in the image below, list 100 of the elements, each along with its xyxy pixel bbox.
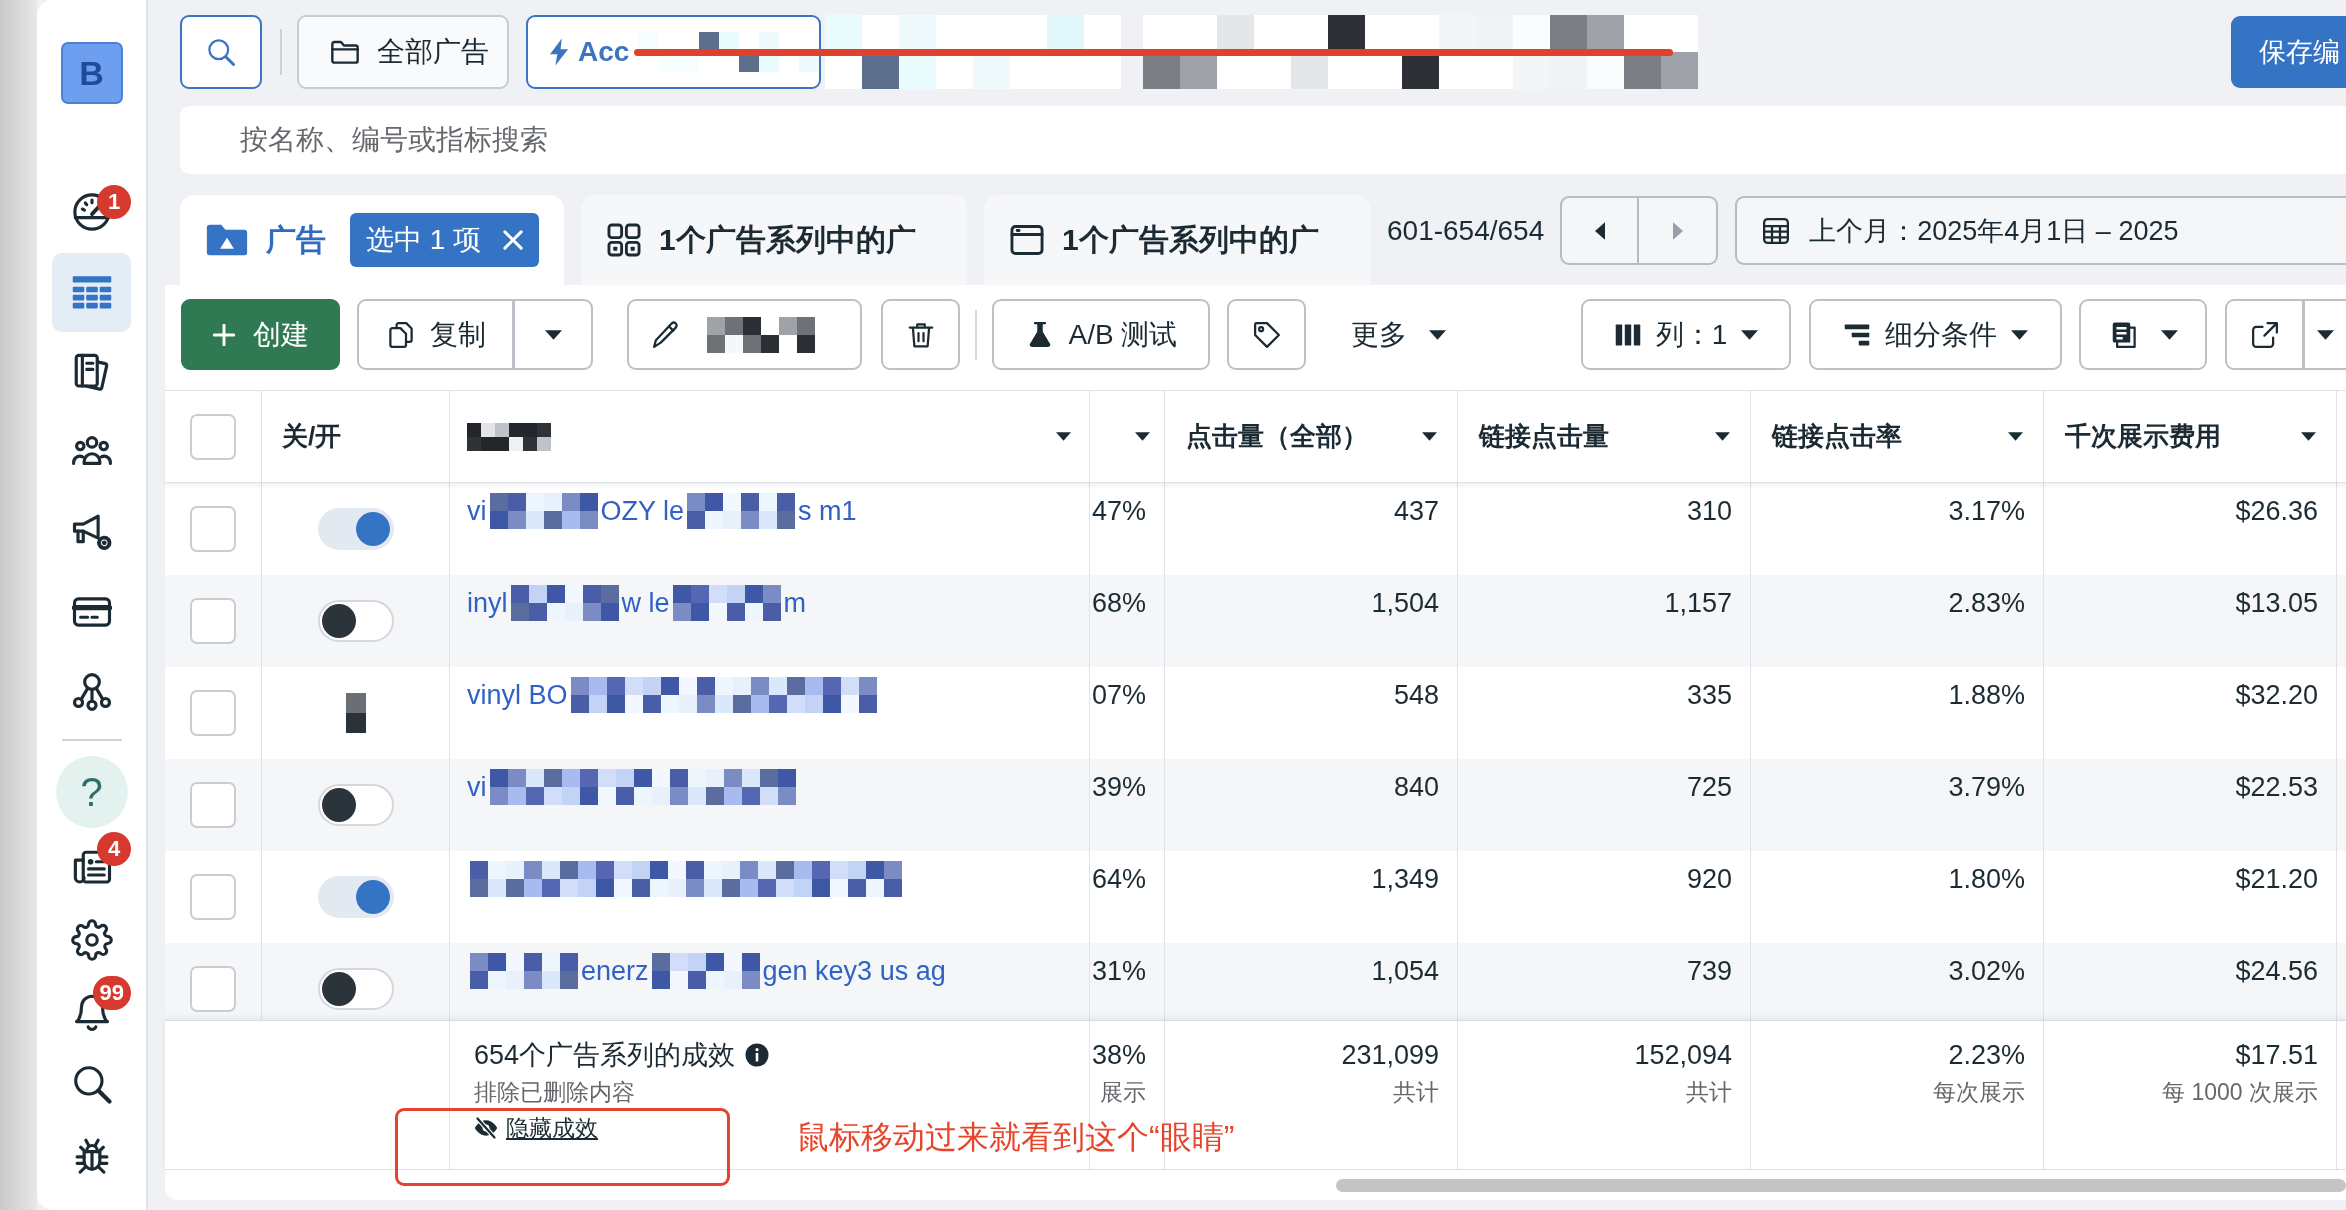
caret-icon[interactable] xyxy=(1715,432,1730,441)
tag-icon xyxy=(1251,319,1282,350)
notification-badge: 4 xyxy=(97,832,131,866)
summary-note: 排除已删除内容 xyxy=(474,1078,635,1107)
caret-icon xyxy=(1741,329,1759,340)
tab[interactable]: 1个广告系列中的广 xyxy=(984,195,1370,285)
metric-total: 152,094 xyxy=(1634,1039,1732,1072)
metric-value: 1.88% xyxy=(1948,679,2025,712)
caret-icon[interactable] xyxy=(1056,432,1071,441)
row-checkbox[interactable] xyxy=(190,966,236,1012)
metric-value: $13.05 xyxy=(2235,587,2318,620)
caret-icon xyxy=(2317,329,2334,340)
delete-button[interactable] xyxy=(881,299,960,370)
metric-total: $17.51 xyxy=(2235,1039,2318,1072)
row-checkbox[interactable] xyxy=(190,506,236,552)
info-icon[interactable] xyxy=(745,1043,770,1067)
scrollbar-thumb[interactable] xyxy=(1336,1179,2346,1192)
metric-caption: 展示 xyxy=(1100,1078,1146,1107)
metric-value: 1,349 xyxy=(1371,863,1439,896)
status-toggle[interactable] xyxy=(317,508,394,550)
metric-value: $26.36 xyxy=(2235,495,2318,528)
tab[interactable]: 1个广告系列中的广 xyxy=(581,195,967,285)
dropdown-button[interactable] xyxy=(2304,299,2346,370)
all-ads-button[interactable]: 全部广告 xyxy=(297,15,509,89)
row-checkbox[interactable] xyxy=(190,598,236,644)
caret-icon[interactable] xyxy=(2008,432,2023,441)
ad-name-link[interactable]: OZY le xyxy=(600,493,685,529)
help-button[interactable]: ? xyxy=(55,756,128,828)
export-button[interactable] xyxy=(2225,299,2304,370)
metric-value: $21.20 xyxy=(2235,863,2318,896)
caret-icon[interactable] xyxy=(1135,432,1150,441)
duplicate-button[interactable]: 复制 xyxy=(357,299,514,370)
save-button[interactable]: 保存编 xyxy=(2231,16,2346,88)
status-toggle[interactable] xyxy=(317,968,394,1010)
ad-name-link[interactable]: inyl xyxy=(467,585,508,621)
metric-value: 3.79% xyxy=(1948,771,2025,804)
metric-value: 68% xyxy=(1091,587,1146,620)
ad-name-link[interactable]: w le xyxy=(621,585,670,621)
ad-name-link[interactable]: vi xyxy=(467,769,487,805)
ad-name-link[interactable]: enerz xyxy=(581,953,649,989)
close-icon[interactable] xyxy=(503,230,524,250)
nav-button[interactable]: 4 xyxy=(52,832,131,904)
ad-name-link[interactable]: vinyl BO xyxy=(467,677,568,713)
metric-value: 07% xyxy=(1091,679,1146,712)
hide-results-link[interactable]: 隐藏成效 xyxy=(474,1113,598,1143)
status-toggle[interactable] xyxy=(317,876,394,918)
selection-chip[interactable]: 选中 1 项 xyxy=(350,213,540,267)
column-header[interactable]: 千次展示费用 xyxy=(2065,419,2221,454)
ad-name-link[interactable]: s m1 xyxy=(798,493,857,529)
tag-button[interactable] xyxy=(1227,299,1306,370)
date-range-picker[interactable]: 上个月：2025年4月1日 – 2025 xyxy=(1735,196,2346,265)
metric-value: $24.56 xyxy=(2235,955,2318,988)
column-header[interactable]: 链接点击量 xyxy=(1479,419,1609,454)
status-toggle[interactable] xyxy=(317,600,394,642)
metric-value: 31% xyxy=(1091,955,1146,988)
metric-value: 335 xyxy=(1686,679,1732,712)
account-logo[interactable]: B xyxy=(60,42,123,104)
eye-slash-icon xyxy=(474,1116,498,1140)
tab[interactable]: 广告 选中 1 项 xyxy=(180,195,564,285)
column-header[interactable]: 点击量（全部） xyxy=(1186,419,1368,454)
caret-left-icon xyxy=(1594,221,1605,240)
ad-name-link[interactable]: gen key3 us ag xyxy=(762,953,946,989)
nav-button[interactable]: 99 xyxy=(52,976,131,1048)
account-button[interactable]: Acc xyxy=(526,15,822,89)
ad-name-link[interactable]: m xyxy=(783,585,807,621)
ad-name-link[interactable]: vi xyxy=(467,493,487,529)
metric-value: 1.80% xyxy=(1948,863,2025,896)
create-button[interactable]: 创建 xyxy=(181,299,340,370)
row-checkbox[interactable] xyxy=(190,690,236,736)
metric-value: 725 xyxy=(1686,771,1732,804)
ab-test-button[interactable]: A/B 测试 xyxy=(992,299,1210,370)
search-field[interactable]: 按名称、编号或指标搜索 xyxy=(180,106,2346,174)
status-toggle[interactable] xyxy=(317,784,394,826)
report-button[interactable] xyxy=(2079,299,2207,370)
metric-total: 2.23% xyxy=(1948,1039,2025,1072)
edit-button[interactable] xyxy=(627,299,862,370)
row-checkbox[interactable] xyxy=(190,782,236,828)
metric-caption: 共计 xyxy=(1686,1078,1732,1107)
metric-value: 64% xyxy=(1091,863,1146,896)
caret-icon[interactable] xyxy=(2301,432,2316,441)
select-all-checkbox[interactable] xyxy=(190,413,236,460)
hierarchy-icon xyxy=(70,671,113,713)
caret-icon[interactable] xyxy=(1422,432,1437,441)
search-button[interactable] xyxy=(180,15,262,89)
metric-caption: 每次展示 xyxy=(1933,1078,2025,1107)
calendar-icon xyxy=(1761,215,1792,246)
column-header[interactable]: 链接点击率 xyxy=(1772,419,1902,454)
columns-button[interactable]: 列：1 xyxy=(1581,299,1791,370)
caret-icon xyxy=(1428,329,1446,340)
row-checkbox[interactable] xyxy=(190,874,236,920)
breakdown-button[interactable]: 细分条件 xyxy=(1809,299,2062,370)
nav-button[interactable]: 1 xyxy=(52,172,131,252)
annotation-text: 鼠标移动过来就看到这个“眼睛” xyxy=(797,1118,1235,1157)
caret-icon xyxy=(544,329,562,340)
pencil-icon xyxy=(651,319,681,350)
metric-value: $32.20 xyxy=(2235,679,2318,712)
metric-total: 38% xyxy=(1091,1039,1146,1072)
metric-value: 840 xyxy=(1393,771,1439,804)
metric-value: 3.17% xyxy=(1948,495,2025,528)
caret-icon xyxy=(2011,329,2028,340)
